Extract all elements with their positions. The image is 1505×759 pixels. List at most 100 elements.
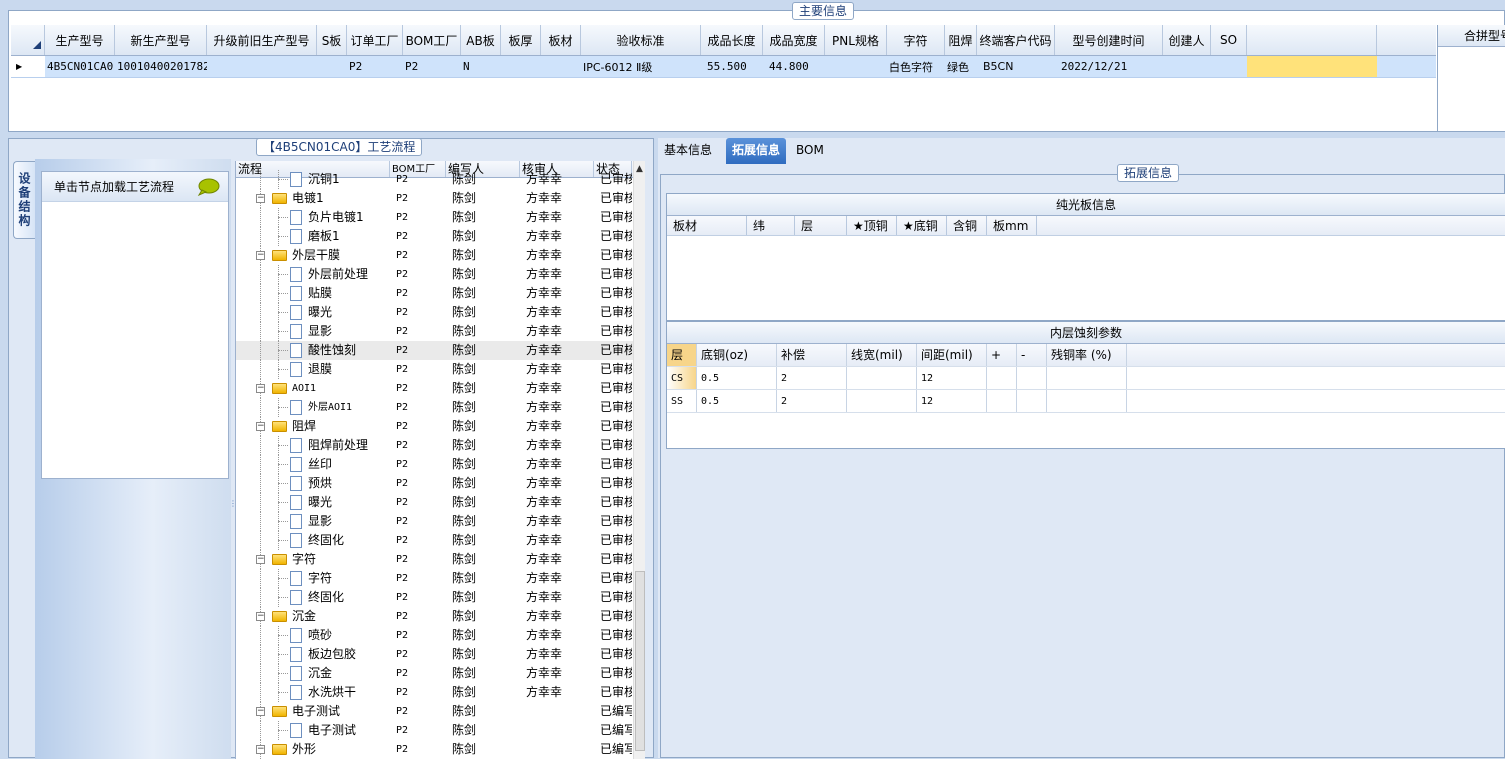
tree-row[interactable]: 外层AOI1 P2 陈剑 方幸幸 已审核 xyxy=(236,398,645,417)
inner-cell[interactable] xyxy=(1047,390,1127,412)
tree-node[interactable]: 终固化 xyxy=(236,588,390,607)
tree-node[interactable]: − 字符 xyxy=(236,550,390,569)
inner-cell[interactable] xyxy=(987,367,1017,389)
tree-row[interactable]: 水洗烘干 P2 陈剑 方幸幸 已审核 xyxy=(236,683,645,702)
main-col-11[interactable]: 成品宽度 xyxy=(763,25,825,55)
main-col-16[interactable]: 型号创建时间 xyxy=(1055,25,1163,55)
inner-cell[interactable]: 0.5 xyxy=(697,367,777,389)
tree-node[interactable]: 显影 xyxy=(236,512,390,531)
tree-row[interactable]: 阻焊前处理 P2 陈剑 方幸幸 已审核 xyxy=(236,436,645,455)
inner-cell[interactable] xyxy=(847,390,917,412)
scroll-thumb[interactable] xyxy=(635,571,645,751)
inner-col-6[interactable]: - xyxy=(1017,344,1047,366)
inner-col-0[interactable]: 层 xyxy=(667,344,697,366)
tree-row[interactable]: 显影 P2 陈剑 方幸幸 已审核 xyxy=(236,512,645,531)
collapse-toggle-icon[interactable]: − xyxy=(256,251,265,260)
main-cell-13[interactable]: 白色字符 xyxy=(887,56,945,77)
collapse-toggle-icon[interactable]: − xyxy=(256,745,265,754)
tree-node[interactable]: − 沉金 xyxy=(236,607,390,626)
main-col-15[interactable]: 终端客户代码 xyxy=(977,25,1055,55)
main-cell-3[interactable] xyxy=(317,56,347,77)
tree-node[interactable]: 喷砂 xyxy=(236,626,390,645)
tree-node[interactable]: 电子测试 xyxy=(236,721,390,740)
tree-node[interactable]: − 阻焊 xyxy=(236,417,390,436)
tree-node[interactable]: 显影 xyxy=(236,322,390,341)
tree-node[interactable]: 丝印 xyxy=(236,455,390,474)
tree-node[interactable]: − 电镀1 xyxy=(236,189,390,208)
plain-col-0[interactable]: 板材 xyxy=(667,216,747,235)
main-col-12[interactable]: PNL规格 xyxy=(825,25,887,55)
inner-cell[interactable] xyxy=(1017,390,1047,412)
main-cell-2[interactable] xyxy=(207,56,317,77)
tree-node[interactable]: 沉金 xyxy=(236,664,390,683)
inner-cell[interactable]: 2 xyxy=(777,390,847,412)
tree-node[interactable]: 磨板1 xyxy=(236,227,390,246)
main-cell-6[interactable]: N xyxy=(461,56,501,77)
main-col-10[interactable]: 成品长度 xyxy=(701,25,763,55)
inner-cell[interactable]: 0.5 xyxy=(697,390,777,412)
tree-row[interactable]: 显影 P2 陈剑 方幸幸 已审核 xyxy=(236,322,645,341)
tree-node[interactable]: − 外层干膜 xyxy=(236,246,390,265)
main-cell-0[interactable]: 4B5CN01CA0 xyxy=(45,56,115,77)
tree-row[interactable]: − 电子测试 P2 陈剑 已编写 xyxy=(236,702,645,721)
tree-row[interactable]: 电子测试 P2 陈剑 已编写 xyxy=(236,721,645,740)
tree-node[interactable]: 负片电镀1 xyxy=(236,208,390,227)
tree-node[interactable]: 阻焊前处理 xyxy=(236,436,390,455)
inner-etch-row[interactable]: SS 0.5 2 12 xyxy=(667,390,1505,413)
main-col-7[interactable]: 板厚 xyxy=(501,25,541,55)
tab-bom[interactable]: BOM xyxy=(790,138,830,164)
main-col-17[interactable]: 创建人 xyxy=(1163,25,1211,55)
collapse-toggle-icon[interactable]: − xyxy=(256,384,265,393)
main-col-2[interactable]: 升级前旧生产型号 xyxy=(207,25,317,55)
tree-row[interactable]: 磨板1 P2 陈剑 方幸幸 已审核 xyxy=(236,227,645,246)
main-cell-16[interactable]: 2022/12/21 xyxy=(1055,56,1163,77)
tree-node[interactable]: 曝光 xyxy=(236,303,390,322)
main-cell-15[interactable]: B5CN xyxy=(977,56,1055,77)
tree-row[interactable]: 外层前处理 P2 陈剑 方幸幸 已审核 xyxy=(236,265,645,284)
tree-row[interactable]: 沉金 P2 陈剑 方幸幸 已审核 xyxy=(236,664,645,683)
tree-node[interactable]: 外层前处理 xyxy=(236,265,390,284)
main-cell-11[interactable]: 44.800 xyxy=(763,56,825,77)
main-col-18[interactable]: SO xyxy=(1211,25,1247,55)
inner-col-1[interactable]: 底铜(oz) xyxy=(697,344,777,366)
collapse-toggle-icon[interactable]: − xyxy=(256,612,265,621)
main-cell-18[interactable] xyxy=(1211,56,1247,77)
tree-row[interactable]: 曝光 P2 陈剑 方幸幸 已审核 xyxy=(236,493,645,512)
inner-cell[interactable] xyxy=(1017,367,1047,389)
plain-col-3[interactable]: ★顶铜 xyxy=(847,216,897,235)
collapse-toggle-icon[interactable]: − xyxy=(256,194,265,203)
inner-col-7[interactable]: 残铜率 (%) xyxy=(1047,344,1127,366)
merge-model-header[interactable]: 合拼型号 xyxy=(1438,25,1505,47)
main-col-9[interactable]: 验收标准 xyxy=(581,25,701,55)
inner-cell[interactable]: 2 xyxy=(777,367,847,389)
main-cell-14[interactable]: 绿色 xyxy=(945,56,977,77)
tree-node[interactable]: 沉铜1 xyxy=(236,170,390,189)
inner-col-2[interactable]: 补偿 xyxy=(777,344,847,366)
inner-col-4[interactable]: 间距(mil) xyxy=(917,344,987,366)
plain-col-4[interactable]: ★底铜 xyxy=(897,216,947,235)
row-pointer[interactable]: ▶ xyxy=(11,56,45,77)
tree-row[interactable]: 终固化 P2 陈剑 方幸幸 已审核 xyxy=(236,531,645,550)
tree-row[interactable]: 字符 P2 陈剑 方幸幸 已审核 xyxy=(236,569,645,588)
plain-col-5[interactable]: 含铜 xyxy=(947,216,987,235)
load-process-button[interactable]: 单击节点加载工艺流程 xyxy=(42,172,228,202)
tree-row[interactable]: 终固化 P2 陈剑 方幸幸 已审核 xyxy=(236,588,645,607)
main-col-8[interactable]: 板材 xyxy=(541,25,581,55)
plain-col-2[interactable]: 层 xyxy=(795,216,847,235)
main-cell-8[interactable] xyxy=(541,56,581,77)
tree-node[interactable]: 终固化 xyxy=(236,531,390,550)
main-cell-17[interactable] xyxy=(1163,56,1211,77)
tree-node[interactable]: 外层AOI1 xyxy=(236,398,390,417)
main-col-13[interactable]: 字符 xyxy=(887,25,945,55)
tree-node[interactable]: 水洗烘干 xyxy=(236,683,390,702)
inner-cell[interactable]: 12 xyxy=(917,367,987,389)
collapse-toggle-icon[interactable]: − xyxy=(256,422,265,431)
tree-row[interactable]: − AOI1 P2 陈剑 方幸幸 已审核 xyxy=(236,379,645,398)
tree-row[interactable]: 丝印 P2 陈剑 方幸幸 已审核 xyxy=(236,455,645,474)
main-cell-12[interactable] xyxy=(825,56,887,77)
inner-col-5[interactable]: + xyxy=(987,344,1017,366)
tree-node[interactable]: 贴膜 xyxy=(236,284,390,303)
splitter-grip-icon[interactable]: ⋮ xyxy=(229,499,237,508)
tree-node[interactable]: 退膜 xyxy=(236,360,390,379)
tree-row[interactable]: 预烘 P2 陈剑 方幸幸 已审核 xyxy=(236,474,645,493)
